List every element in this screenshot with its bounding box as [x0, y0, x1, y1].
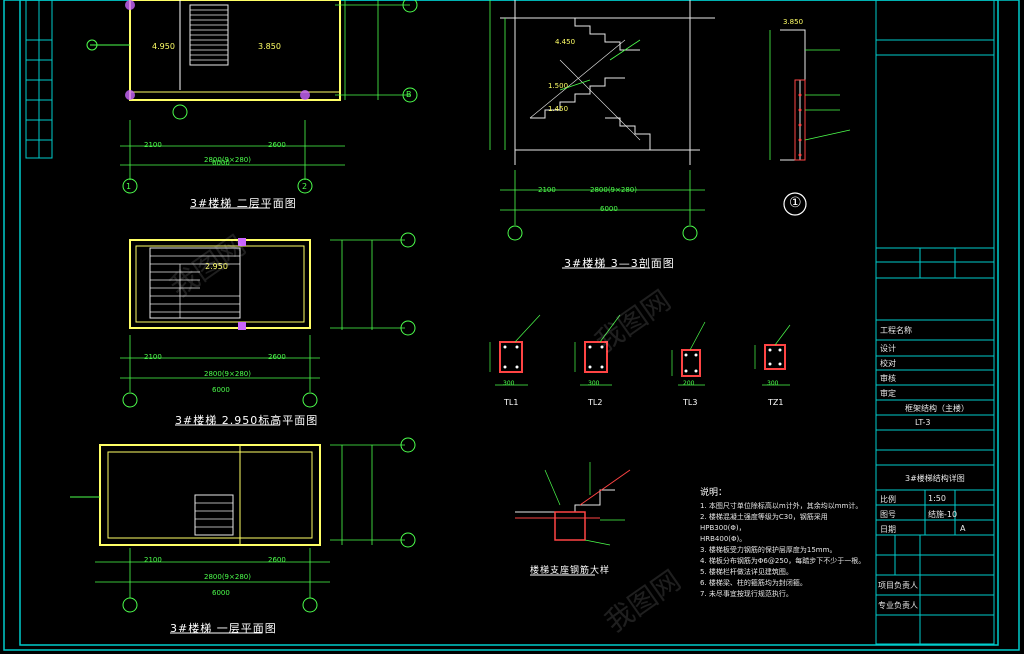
notes-heading: 说明： [700, 488, 728, 498]
section-3-3 [489, 0, 715, 269]
mid-dim-main: 2800(9×280) [204, 370, 251, 378]
beam-label-tl1: TL1 [504, 398, 519, 407]
beam-label-tz1: TZ1 [768, 398, 784, 407]
general-notes: 说明： 1. 本图尺寸单位除标高以m计外，其余均以mm计。 2. 楼梯混凝土强度… [700, 488, 870, 600]
tb-subject: LT-3 [915, 418, 931, 427]
tb-scale-value: 1:50 [928, 494, 946, 503]
floor2-level2-label: 4.950 [152, 42, 175, 51]
tb-version: A [960, 524, 966, 533]
tb-drawing-name: 3#楼梯结构详图 [905, 474, 965, 483]
floor2-axis-right: 2 [302, 182, 308, 191]
floor2-axis-bottom: B [406, 90, 412, 99]
section-level-1: 4.450 [555, 38, 576, 46]
floor2-plan-title: 3#楼梯 二层平面图 [190, 197, 297, 210]
beam-label-tl3: TL3 [683, 398, 698, 407]
floor1-dim-total: 6000 [212, 589, 230, 597]
mid-dim-right: 2600 [268, 353, 286, 361]
floor1-plan [70, 437, 416, 634]
step-detail [515, 462, 631, 576]
mid-dim-left: 2100 [144, 353, 162, 361]
floor1-dim-main: 2800(9×280) [204, 573, 251, 581]
notes-line: 6. 楼梯梁、柱的箍筋均为封闭箍。 [700, 579, 807, 587]
notes-line: HRB400(Φ)。 [700, 535, 747, 543]
notes-line: 5. 楼梯栏杆做法详见建筑图。 [700, 568, 793, 576]
floor2-plan [86, 0, 418, 209]
tb-checker-label: 校对 [880, 359, 896, 368]
tb-date-label: 日期 [880, 525, 896, 534]
beam-dim-4: 300 [767, 380, 779, 387]
floor2-dim-left: 2100 [144, 141, 162, 149]
title-block [875, 0, 995, 645]
notes-line: 3. 楼梯板受力钢筋的保护层厚度为15mm。 [700, 546, 837, 554]
floor1-plan-title: 3#楼梯 一层平面图 [170, 622, 277, 635]
mid-plan-title: 3#楼梯 2.950标高平面图 [175, 414, 319, 427]
mid-dim-total: 6000 [212, 386, 230, 394]
step-detail-title: 楼梯支座钢筋大样 [530, 566, 611, 576]
beam-dim-1: 300 [503, 380, 515, 387]
notes-line: 4. 梯板分布钢筋为Φ6@250，每踏步下不少于一根。 [700, 557, 866, 565]
left-strip-table [25, 0, 53, 159]
detail1-marker: ① [789, 195, 802, 211]
beam-label-tl2: TL2 [588, 398, 603, 407]
tb-approver-label: 审定 [880, 389, 896, 398]
tb-sheet-label: 图号 [880, 510, 896, 519]
section-dim-total: 6000 [600, 205, 618, 213]
floor1-dim-right: 2600 [268, 556, 286, 564]
tb-project-lead-label: 项目负责人 [878, 581, 918, 590]
floor2-dim-right: 2600 [268, 141, 286, 149]
section-level-2: 1.500 [548, 82, 569, 90]
mid-plan [120, 232, 416, 426]
tb-project-name-label: 工程名称 [880, 326, 912, 335]
floor2-level-label: 3.850 [258, 42, 281, 51]
tb-scale-label: 比例 [880, 495, 896, 504]
detail-1 [769, 29, 851, 216]
floor1-dim-left: 2100 [144, 556, 162, 564]
section-title: 3#楼梯 3—3剖面图 [564, 257, 675, 270]
tb-sheet-value: 结施-10 [928, 510, 958, 519]
tb-project-value: 框架结构（主楼） [905, 404, 969, 413]
floor2-axis-left: 1 [126, 182, 132, 191]
tb-reviewer-label: 审核 [880, 374, 896, 383]
beam-dim-3: 200 [683, 380, 695, 387]
beam-dim-2: 300 [588, 380, 600, 387]
section-dim-main: 2800(9×280) [590, 186, 637, 194]
section-dim-left: 2100 [538, 186, 556, 194]
notes-line: 1. 本图尺寸单位除标高以m计外，其余均以mm计。 [700, 502, 863, 510]
tb-discipline-lead-label: 专业负责人 [878, 601, 918, 610]
tb-designer-label: 设计 [880, 344, 896, 353]
notes-line: 7. 未尽事宜按现行规范执行。 [700, 590, 793, 598]
section-level-3: 1.450 [548, 105, 569, 113]
notes-line: 2. 楼梯混凝土强度等级为C30，钢筋采用HPB300(Φ)， [700, 513, 828, 532]
floor2-dim-total: 6000 [212, 159, 230, 167]
detail1-level: 3.850 [783, 18, 804, 26]
